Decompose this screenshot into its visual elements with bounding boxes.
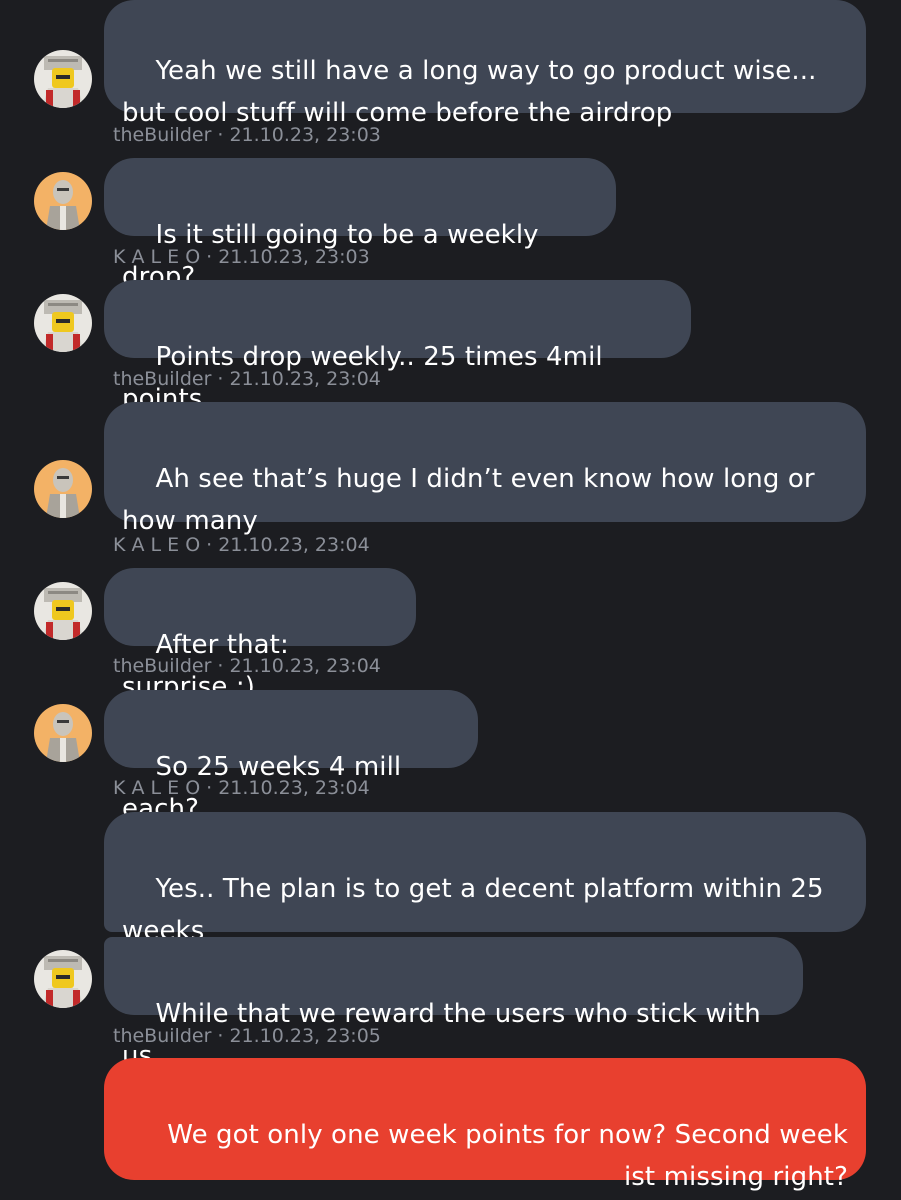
message-text: Yes.. The plan is to get a decent platfo… [122,874,824,946]
thebuilder-avatar[interactable] [34,950,92,1008]
message-time: 21.10.23, 23:04 [229,368,381,390]
knight-avatar-icon [34,950,92,1008]
orange-character-avatar-icon [34,460,92,518]
message-time: 21.10.23, 23:03 [229,124,381,146]
knight-avatar-icon [34,50,92,108]
message-bubble-incoming[interactable]: After that: surprise :) [104,568,416,702]
message-meta: theBuilder · 21.10.23, 23:03 [113,124,381,146]
meta-separator: · [217,124,224,146]
orange-character-avatar-icon [34,704,92,762]
message-author: theBuilder [113,124,212,146]
message-text: We got only one week points for now? Sec… [167,1120,848,1192]
meta-separator: · [217,655,224,677]
message-text: Yeah we still have a long way to go prod… [122,56,817,128]
chat-thread[interactable]: Yeah we still have a long way to go prod… [0,0,901,1200]
message-time: 21.10.23, 23:03 [218,246,370,268]
message-bubble-outgoing[interactable]: We got only one week points for now? Sec… [104,1058,866,1192]
message-time: 21.10.23, 23:05 [229,1025,381,1047]
message-bubble-incoming[interactable]: Yes.. The plan is to get a decent platfo… [104,812,866,946]
thebuilder-avatar[interactable] [34,582,92,640]
meta-separator: · [206,246,213,268]
message-meta: K A L E O · 21.10.23, 23:04 [113,777,370,799]
message-author: K A L E O [113,777,201,799]
message-bubble-incoming[interactable]: Ah see that’s huge I didn’t even know ho… [104,402,866,536]
message-time: 21.10.23, 23:04 [218,534,370,556]
kaleo-avatar[interactable] [34,172,92,230]
message-meta: theBuilder · 21.10.23, 23:05 [113,1025,381,1047]
message-text: Ah see that’s huge I didn’t even know ho… [122,464,815,536]
message-author: theBuilder [113,655,212,677]
orange-character-avatar-icon [34,172,92,230]
message-meta: theBuilder · 21.10.23, 23:04 [113,655,381,677]
message-bubble-incoming[interactable]: Is it still going to be a weekly drop? [104,158,616,292]
meta-separator: · [206,777,213,799]
message-author: theBuilder [113,368,212,390]
meta-separator: · [217,1025,224,1047]
message-bubble-incoming[interactable]: Yeah we still have a long way to go prod… [104,0,866,128]
meta-separator: · [217,368,224,390]
message-author: K A L E O [113,246,201,268]
message-meta: K A L E O · 21.10.23, 23:04 [113,534,370,556]
kaleo-avatar[interactable] [34,704,92,762]
knight-avatar-icon [34,294,92,352]
knight-avatar-icon [34,582,92,640]
message-author: K A L E O [113,534,201,556]
thebuilder-avatar[interactable] [34,50,92,108]
message-author: theBuilder [113,1025,212,1047]
kaleo-avatar[interactable] [34,460,92,518]
message-time: 21.10.23, 23:04 [218,777,370,799]
meta-separator: · [206,534,213,556]
message-meta: theBuilder · 21.10.23, 23:04 [113,368,381,390]
message-bubble-incoming[interactable]: So 25 weeks 4 mill each? [104,690,478,824]
thebuilder-avatar[interactable] [34,294,92,352]
message-time: 21.10.23, 23:04 [229,655,381,677]
message-meta: K A L E O · 21.10.23, 23:03 [113,246,370,268]
message-bubble-incoming[interactable]: While that we reward the users who stick… [104,937,803,1071]
message-bubble-incoming[interactable]: Points drop weekly.. 25 times 4mil point… [104,280,691,414]
